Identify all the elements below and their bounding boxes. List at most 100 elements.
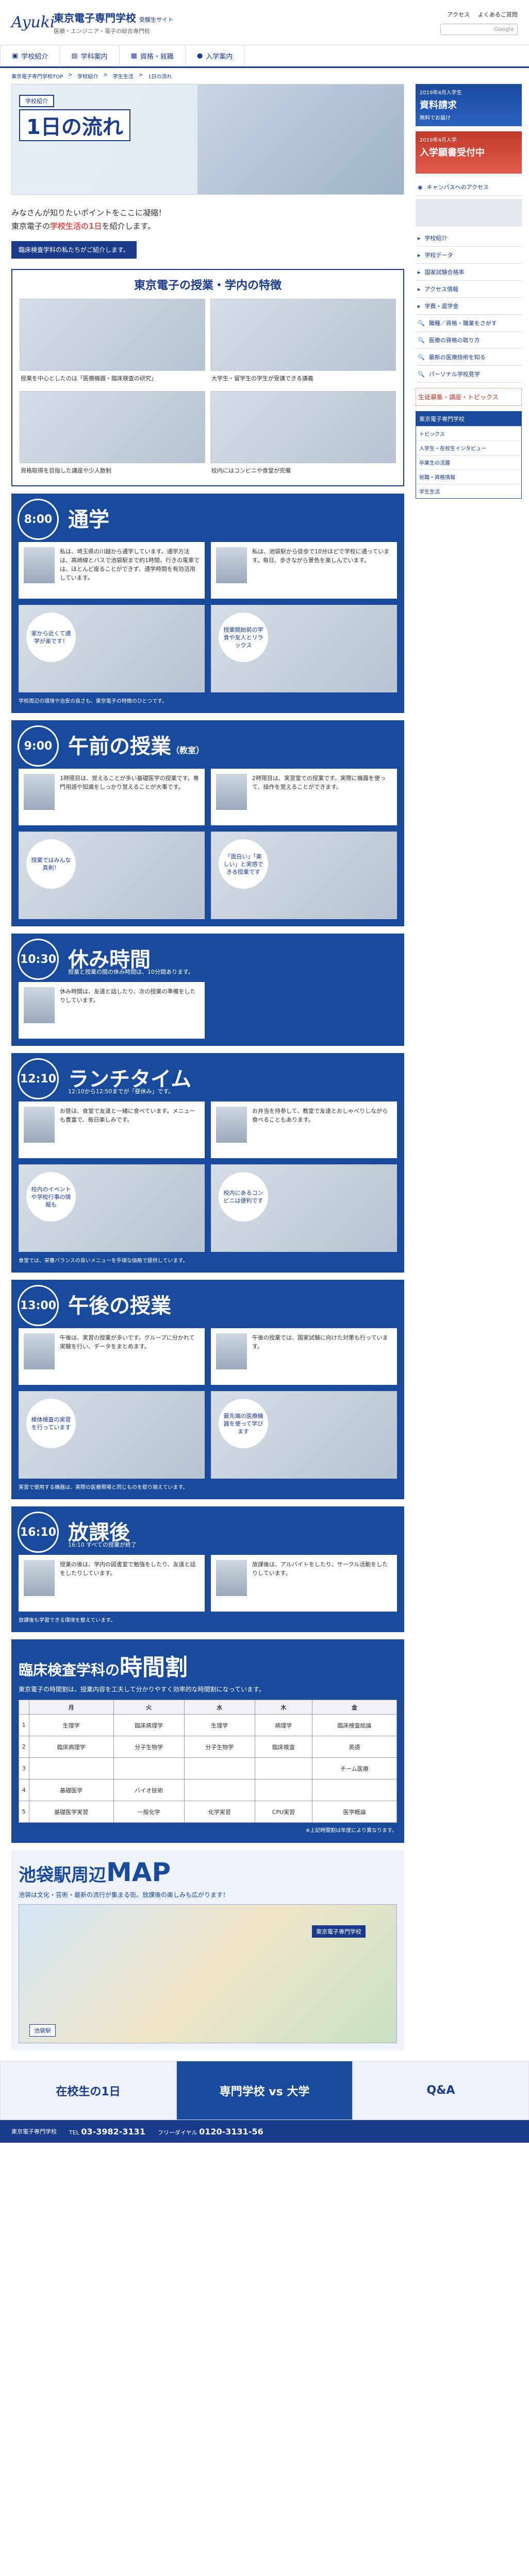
timetable-header: 水	[184, 1700, 255, 1715]
timetable-cell: 生理学	[184, 1714, 255, 1736]
person-icon: ●	[196, 52, 203, 60]
campus-access-link[interactable]: ◉ キャンパスへのアクセス	[416, 179, 522, 196]
access-link[interactable]: アクセス	[448, 10, 470, 19]
sidebar-menu-item[interactable]: ▸ 国家試験合格率	[416, 264, 522, 281]
footer-banners: 在校生の1日 専門学校 vs 大学 Q&A	[0, 2061, 529, 2120]
section-title: 午前の授業（教室）	[68, 735, 205, 758]
search-icon: 🔍	[418, 336, 425, 344]
faq-link[interactable]: よくあるご質問	[478, 10, 518, 19]
sidebar-box-item[interactable]: 学生生活	[416, 484, 521, 498]
sidebar-box-item[interactable]: 入学生・在校生インタビュー	[416, 440, 521, 455]
student-comment: 2時限目は、実習室での授業です。実際に機器を使って、操作を覚えることができます。	[211, 769, 397, 825]
sidebar-links: 🔍 職種／資格・職業をさがす 🔍 医療の資格の取り方 🔍 最新の医療技術を知る 🔍 パーソナル…	[416, 315, 522, 383]
application-banner[interactable]: 2019年4月入学 入学願書受付中	[416, 131, 522, 174]
footer: 東京電子専門学校 TEL 03-3982-3131 フリーダイヤル 0120-3…	[0, 2120, 529, 2143]
section-note: 放課後も学習できる環境を整えています。	[19, 1618, 116, 1623]
section-photo: 校内にあるコンビニは便利です	[211, 1164, 397, 1252]
timetable-cell: 分子生物学	[113, 1736, 185, 1758]
timetable-cell: 病理学	[254, 1714, 312, 1736]
timetable-cell: バイオ技術	[113, 1779, 185, 1801]
sidebar-link[interactable]: 🔍 パーソナル学校見学	[416, 366, 522, 383]
school-logo[interactable]: Ayuki	[11, 5, 55, 41]
section-subtitle: 12:10から12:50までが「昼休み」です。	[68, 1088, 174, 1095]
section-photo: 家から近くて通学が楽です！	[19, 605, 205, 692]
footer-freedial[interactable]: 0120-3131-56	[199, 2127, 263, 2137]
sidebar-menu-item[interactable]: ▸ 学費・奨学金	[416, 298, 522, 315]
sidebar-menu-item[interactable]: ▸ アクセス情報	[416, 281, 522, 298]
timeline-section: 10:30 休み時間 授業と授業の間の休み時間は、10分間あります。 休み時間は、友達…	[11, 934, 404, 1046]
timetable-cell: 医学概論	[311, 1801, 398, 1823]
student-comment: お昼は、食堂で友達と一緒に食べています。メニューも豊富で、毎日楽しみです。	[19, 1101, 205, 1158]
feature-caption: 校内にはコンビニや食堂が完備	[211, 467, 291, 474]
timeline-section: 8:00 通学 私は、埼玉県の川越から通学しています。通学方法は、高崎線とバスで池袋…	[11, 494, 404, 713]
sidebar-menu: ▸ 学校紹介 ▸ 学校データ ▸ 国家試験合格率 ▸ アクセス情報 ▸ 学費・奨学金	[416, 230, 522, 315]
timetable-header: 火	[113, 1700, 185, 1715]
sidebar-link[interactable]: 🔍 医療の資格の取り方	[416, 332, 522, 349]
timetable-cell: 1	[19, 1714, 29, 1736]
feature-photo	[20, 391, 205, 463]
student-comment: 午後の授業では、国家試験に向けた対策も行っています。	[211, 1328, 397, 1385]
global-nav: ▣ 学校紹介 ▤ 学科案内 ▦ 資格・就職 ● 入学案内	[0, 45, 529, 68]
brochure-banner[interactable]: 2019年4月入学生 資料請求 無料でお届け	[416, 84, 522, 126]
sidebar-box-item[interactable]: トピックス	[416, 426, 521, 440]
timetable-cell	[28, 1757, 114, 1780]
sidebar-menu-item[interactable]: ▸ 学校データ	[416, 247, 522, 264]
nav-item-admission[interactable]: ● 入学案内	[186, 45, 245, 66]
sidebar-box-item[interactable]: 卒業生の活躍	[416, 455, 521, 469]
photo-bubble: 最先端の医療機器を使って学びます	[219, 1399, 268, 1448]
map-title-b: MAP	[106, 1857, 171, 1887]
timetable-row: 2 臨床病理学 分子生物学 分子生物学 臨床検査 英語	[19, 1736, 398, 1758]
nav-item-departments[interactable]: ▤ 学科案内	[60, 45, 120, 66]
breadcrumb: 東京電子専門学校TOP > 学校紹介 > 学生生活 > 1日の流れ	[11, 72, 172, 80]
map-lead: 池袋は文化・芸術・最新の流行が集まる街。放課後の楽しみも広がります！	[19, 1891, 229, 1899]
section-title: 通学	[68, 508, 109, 532]
footer-banner[interactable]: 専門学校 vs 大学	[176, 2061, 353, 2120]
timetable-row: 4 基礎医学 バイオ技術	[19, 1779, 398, 1801]
feature-caption: 大学生・留学生の学生が受講できる講義	[211, 375, 313, 382]
photo-bubble: 校内にあるコンビニは便利です	[219, 1172, 268, 1222]
sidebar-menu-item[interactable]: ▸ 学校紹介	[416, 230, 522, 247]
sidebar-link[interactable]: 🔍 最新の医療技術を知る	[416, 349, 522, 366]
campus-map-thumb[interactable]	[416, 199, 522, 227]
feature-photo	[210, 299, 396, 371]
timetable-cell: 臨床検査総論	[311, 1714, 398, 1736]
photo-bubble: 家から近くて通学が楽です！	[26, 613, 76, 662]
header: Ayuki 東京電子専門学校 受験生サイト 医療・エンジニア・電子の総合専門校 ア…	[0, 0, 529, 45]
timetable-cell: 4	[19, 1779, 29, 1801]
highlight-link[interactable]: 生徒募集・講座・トピックス	[416, 388, 522, 406]
sidebar-box-item[interactable]: 就職・資格情報	[416, 469, 521, 484]
sidebar-link[interactable]: 🔍 職種／資格・職業をさがす	[416, 315, 522, 332]
nav-item-about[interactable]: ▣ 学校紹介	[0, 45, 60, 66]
student-comment: 私は、池袋駅から徒歩で10分ほどで学校に通っています。毎日、歩きながら景色を楽し…	[211, 542, 397, 599]
photo-bubble: 校内のイベントや学校行事の情報も	[26, 1172, 76, 1222]
timetable-cell	[184, 1779, 255, 1801]
breadcrumb-item[interactable]: 東京電子専門学校TOP	[11, 72, 63, 80]
map-title-a: 池袋駅周辺	[19, 1865, 106, 1886]
timetable-title-b: 時間割	[120, 1654, 188, 1681]
section-title: 午後の授業	[68, 1294, 171, 1318]
arrow-icon: ▸	[418, 268, 421, 276]
search-input[interactable]: Google	[440, 23, 518, 35]
avatar	[216, 547, 247, 583]
student-comment: お弁当を持参して、教室で友達とおしゃべりしながら食べることもあります。	[211, 1101, 397, 1158]
timetable-lead: 東京電子の時間割は、授業内容を工夫して分かりやすく効率的な時間割になっています。	[19, 1686, 265, 1693]
footer-banner[interactable]: Q&A	[353, 2061, 529, 2120]
student-comment: 午後は、実習の授業が多いです。グループに分かれて実験を行い、データをまとめます。	[19, 1328, 205, 1385]
timetable-cell: 3	[19, 1757, 29, 1780]
feature-caption: 資格取得を目指した講座や少人数制	[21, 467, 111, 474]
breadcrumb-item[interactable]: 学生生活	[113, 72, 134, 80]
nav-item-qualifications[interactable]: ▦ 資格・就職	[120, 45, 186, 66]
map-section: 池袋駅周辺MAP 池袋は文化・芸術・最新の流行が集まる街。放課後の楽しみも広がり…	[11, 1850, 404, 2050]
timetable-row: 1 生理学 臨床病理学 生理学 病理学 臨床検査総論	[19, 1714, 398, 1736]
footer-banner[interactable]: 在校生の1日	[0, 2061, 176, 2120]
time-badge: 10:30	[18, 939, 59, 980]
timetable-cell: チーム医療	[311, 1757, 398, 1780]
sidebar: 2019年4月入学生 資料請求 無料でお届け 2019年4月入学 入学願書受付中…	[416, 84, 522, 2050]
section-photo: 検体検査の実習を行っています	[19, 1391, 205, 1479]
section-note: 食堂では、栄養バランスの良いメニューを手頃な価格で提供しています。	[19, 1258, 188, 1264]
timetable-cell: 生理学	[28, 1714, 114, 1736]
timetable-cell: 臨床検査	[254, 1736, 312, 1758]
footer-tel[interactable]: 03-3982-3131	[81, 2127, 145, 2137]
timetable-row: 3 チーム医療	[19, 1757, 398, 1780]
breadcrumb-item[interactable]: 学校紹介	[77, 72, 98, 80]
